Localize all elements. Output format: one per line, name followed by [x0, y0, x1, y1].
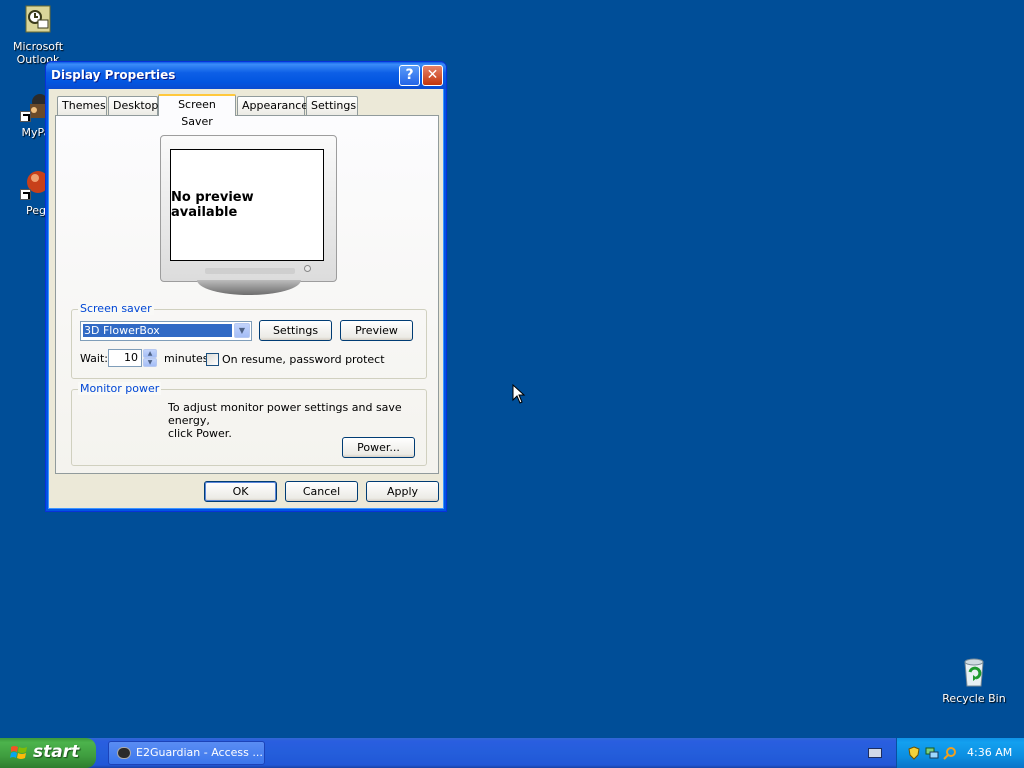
- start-button[interactable]: start: [0, 738, 96, 768]
- keyboard-icon[interactable]: [868, 748, 882, 758]
- system-tray: 4:36 AM: [896, 738, 1024, 768]
- taskbar: start E2Guardian - Access ... 4:36 AM: [0, 738, 1024, 768]
- screen-saver-group: Screen saver 3D FlowerBox ▼ Settings Pre…: [71, 302, 427, 379]
- window-client-area: Themes Desktop Screen Saver Appearance S…: [49, 89, 443, 508]
- security-shield-icon[interactable]: [907, 746, 921, 760]
- settings-button[interactable]: Settings: [259, 320, 332, 341]
- taskbar-item-e2guardian[interactable]: E2Guardian - Access ...: [108, 741, 265, 765]
- help-button[interactable]: ?: [399, 65, 420, 86]
- spin-up-icon[interactable]: ▲: [143, 349, 157, 358]
- screen-saver-panel: No preview available Screen saver 3D Flo…: [55, 115, 439, 474]
- minutes-label: minutes: [164, 352, 209, 365]
- monitor-bezel-slot: [205, 268, 295, 274]
- window-title: Display Properties: [51, 68, 176, 82]
- screen-saver-select[interactable]: 3D FlowerBox ▼: [80, 321, 252, 341]
- tab-screen-saver[interactable]: Screen Saver: [158, 94, 236, 128]
- preview-text: No preview available: [171, 190, 254, 220]
- magnifier-icon[interactable]: [943, 746, 957, 760]
- preview-screen: No preview available: [170, 149, 324, 261]
- windows-logo-icon: [10, 746, 27, 759]
- outlook-icon: [22, 4, 54, 36]
- shortcut-arrow-icon: [20, 189, 31, 200]
- power-button[interactable]: Power...: [342, 437, 415, 458]
- preview-button[interactable]: Preview: [340, 320, 413, 341]
- shortcut-arrow-icon: [20, 111, 31, 122]
- clock[interactable]: 4:36 AM: [967, 746, 1012, 759]
- chevron-down-icon[interactable]: ▼: [234, 323, 250, 338]
- mouse-cursor-icon: [512, 384, 526, 404]
- title-bar[interactable]: Display Properties ? ✕: [46, 62, 446, 89]
- start-label: start: [33, 742, 80, 762]
- display-properties-window: Display Properties ? ✕ Themes Desktop Sc…: [45, 61, 447, 512]
- close-icon: ✕: [426, 67, 439, 83]
- monitor-power-description: To adjust monitor power settings and sav…: [168, 401, 426, 440]
- help-icon: ?: [405, 67, 414, 83]
- e2guardian-icon: [117, 747, 131, 759]
- tab-appearance[interactable]: Appearance: [237, 96, 308, 115]
- apply-button[interactable]: Apply: [366, 481, 439, 502]
- desktop-icon-recycle-bin[interactable]: Recycle Bin: [936, 656, 1012, 705]
- monitor-power-group-label: Monitor power: [78, 382, 162, 395]
- password-protect-checkbox[interactable]: [206, 353, 219, 366]
- tab-desktop[interactable]: Desktop: [108, 96, 158, 115]
- recycle-bin-icon: [958, 656, 990, 688]
- tab-settings[interactable]: Settings: [306, 96, 358, 115]
- monitor-preview: No preview available: [160, 135, 337, 282]
- cancel-button[interactable]: Cancel: [285, 481, 358, 502]
- monitor-power-description-line: To adjust monitor power settings and sav…: [168, 401, 402, 427]
- tab-themes[interactable]: Themes: [57, 96, 107, 115]
- spin-down-icon[interactable]: ▼: [143, 358, 157, 367]
- wait-label: Wait:: [80, 352, 108, 365]
- screen-saver-selected-value: 3D FlowerBox: [83, 324, 232, 337]
- taskbar-item-label: E2Guardian - Access ...: [136, 746, 263, 759]
- wait-spinner[interactable]: ▲ ▼: [143, 349, 157, 367]
- wait-minutes-input[interactable]: 10: [108, 349, 142, 367]
- monitor-power-group: Monitor power To adjust monitor power se…: [71, 382, 427, 466]
- desktop-icon-label: Recycle Bin: [942, 692, 1006, 705]
- monitor-stand: [197, 280, 301, 295]
- screen-saver-group-label: Screen saver: [78, 302, 154, 315]
- monitor-power-led-icon: [304, 265, 311, 272]
- network-icon[interactable]: [925, 746, 939, 760]
- ok-button[interactable]: OK: [204, 481, 277, 502]
- password-protect-label[interactable]: On resume, password protect: [222, 353, 385, 366]
- close-button[interactable]: ✕: [422, 65, 443, 86]
- desktop-icon-outlook[interactable]: Microsoft Outlook: [0, 4, 76, 66]
